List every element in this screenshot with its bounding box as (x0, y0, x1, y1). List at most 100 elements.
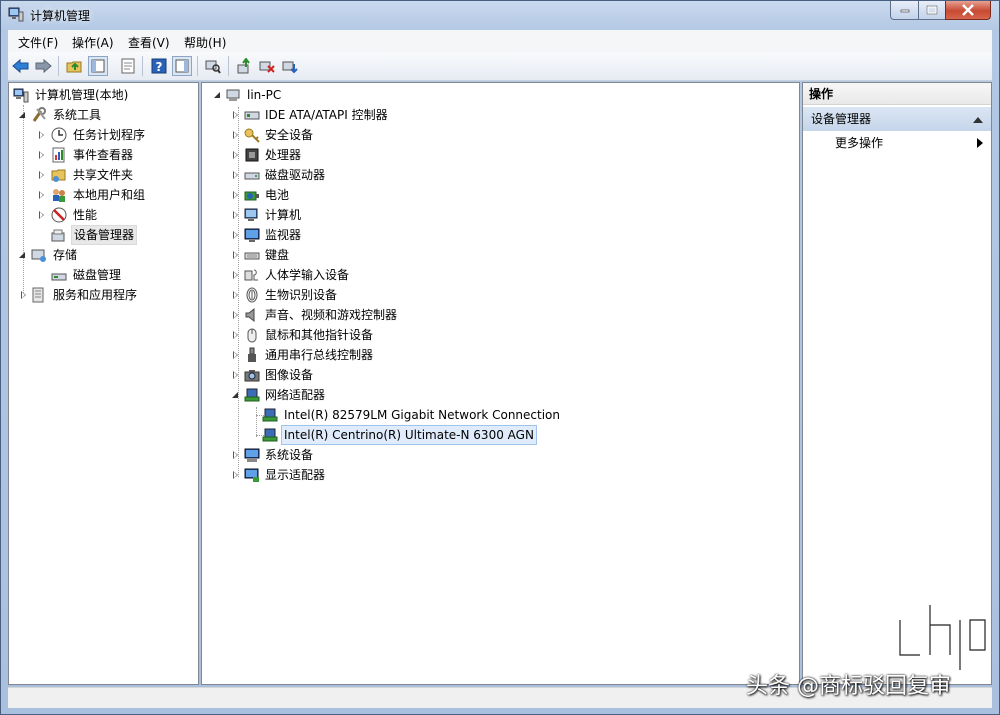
title-bar[interactable]: 计算机管理 (0, 0, 1000, 28)
more-actions-item[interactable]: 更多操作 (803, 133, 991, 153)
up-folder-button[interactable] (64, 56, 84, 76)
device-tree-root[interactable]: lin-PC (202, 85, 792, 105)
close-button[interactable] (945, 1, 991, 20)
collapse-arrow-icon[interactable] (232, 392, 238, 398)
expand-arrow-icon[interactable] (39, 151, 44, 159)
expand-arrow-icon[interactable] (214, 92, 220, 98)
device-category-label: 鼠标和其他指针设备 (265, 328, 374, 342)
show-hide-action-icon (175, 59, 189, 73)
device-category-camera[interactable]: 图像设备 (202, 365, 792, 385)
back-button[interactable] (11, 56, 31, 76)
uninstall-device-button[interactable] (280, 56, 300, 76)
network-adapter-icon (262, 428, 278, 442)
expand-arrow-icon[interactable] (39, 171, 44, 179)
tree-item-disk-management[interactable]: 磁盘管理 (11, 265, 196, 285)
device-category-computer[interactable]: 计算机 (202, 205, 792, 225)
watermark-text: 头条 @商标驳回复审 (746, 674, 951, 699)
expand-arrow-icon[interactable] (233, 211, 238, 219)
speaker-icon (245, 307, 255, 323)
device-category-network-adapter[interactable]: 网络适配器 (202, 385, 792, 405)
device-category-display-adapter[interactable]: 显示适配器 (202, 465, 792, 485)
more-actions-label: 更多操作 (835, 136, 884, 150)
device-category-system-device[interactable]: 系统设备 (202, 445, 792, 465)
device-category-monitor[interactable]: 监视器 (202, 225, 792, 245)
update-driver-icon (237, 58, 250, 74)
device-category-battery[interactable]: 电池 (202, 185, 792, 205)
show-hide-tree-icon (91, 59, 105, 73)
expand-arrow-icon[interactable] (233, 151, 238, 159)
tree-item-root[interactable]: 计算机管理(本地) (11, 85, 196, 105)
expand-arrow-icon[interactable] (233, 351, 238, 359)
expand-arrow-icon[interactable] (19, 112, 25, 118)
network-adapter-icon (262, 408, 278, 422)
device-category-mouse[interactable]: 鼠标和其他指针设备 (202, 325, 792, 345)
forward-button[interactable] (33, 56, 53, 76)
collapse-up-icon[interactable] (973, 116, 983, 123)
device-category-disk-drive[interactable]: 磁盘驱动器 (202, 165, 792, 185)
tree-item-event-viewer[interactable]: 事件查看器 (11, 145, 196, 165)
computer-management-icon (13, 88, 29, 103)
device-category-processor[interactable]: 处理器 (202, 145, 792, 165)
expand-arrow-icon[interactable] (233, 311, 238, 319)
tree-item-system-tools[interactable]: 系统工具 (11, 105, 196, 125)
menu-help[interactable]: 帮助(H) (184, 34, 226, 51)
device-category-hid[interactable]: 人体学输入设备 (202, 265, 792, 285)
minimize-button[interactable] (890, 1, 919, 20)
menu-action[interactable]: 操作(A) (72, 34, 114, 51)
actions-section-device-manager[interactable]: 设备管理器 (803, 107, 991, 131)
ide-controller-icon (244, 111, 260, 120)
expand-arrow-icon[interactable] (39, 131, 44, 139)
device-category-security-key[interactable]: 安全设备 (202, 125, 792, 145)
expand-arrow-icon[interactable] (19, 252, 25, 258)
expand-arrow-icon[interactable] (233, 471, 238, 479)
tree-item-storage[interactable]: 存储 (11, 245, 196, 265)
expand-arrow-icon[interactable] (233, 171, 238, 179)
expand-arrow-icon[interactable] (233, 131, 238, 139)
device-category-usb[interactable]: 通用串行总线控制器 (202, 345, 792, 365)
expand-arrow-icon[interactable] (233, 251, 238, 259)
tree-item-shared-folders[interactable]: 共享文件夹 (11, 165, 196, 185)
console-tree-pane[interactable]: 计算机管理(本地) 系统工具 任务计划程序 事件查看器 共享文件夹 本地用户和组… (8, 82, 199, 685)
expand-arrow-icon[interactable] (233, 191, 238, 199)
keyboard-icon (244, 252, 260, 260)
scan-hardware-button[interactable] (203, 56, 223, 76)
expand-arrow-icon[interactable] (233, 231, 238, 239)
tree-item-device-manager[interactable]: 设备管理器 (11, 225, 196, 245)
disable-device-button[interactable] (257, 56, 277, 76)
computer-icon (244, 208, 258, 221)
up-folder-icon (66, 61, 82, 73)
device-category-keyboard[interactable]: 键盘 (202, 245, 792, 265)
network-device-row-selected[interactable]: Intel(R) Centrino(R) Ultimate-N 6300 AGN (202, 425, 792, 445)
expand-arrow-icon[interactable] (233, 111, 238, 119)
expand-arrow-icon[interactable] (39, 191, 44, 199)
show-hide-tree-button[interactable] (88, 56, 108, 76)
tree-label: 存储 (53, 248, 78, 262)
menu-view[interactable]: 查看(V) (128, 34, 170, 51)
expand-arrow-icon[interactable] (233, 331, 238, 339)
device-category-fingerprint[interactable]: 生物识别设备 (202, 285, 792, 305)
network-device-row[interactable]: Intel(R) 82579LM Gigabit Network Connect… (202, 405, 792, 425)
toolbar: ? (8, 52, 992, 81)
menu-file[interactable]: 文件(F) (18, 34, 58, 51)
expand-arrow-icon[interactable] (21, 291, 26, 299)
device-category-ide-controller[interactable]: IDE ATA/ATAPI 控制器 (202, 105, 792, 125)
update-driver-button[interactable] (234, 56, 254, 76)
maximize-button[interactable] (918, 1, 946, 20)
show-hide-action-button[interactable] (172, 56, 192, 76)
event-viewer-icon (52, 147, 65, 163)
tree-label: 计算机管理(本地) (35, 88, 129, 102)
tree-item-services-apps[interactable]: 服务和应用程序 (11, 285, 196, 305)
expand-arrow-icon[interactable] (233, 271, 238, 279)
device-category-label: 计算机 (265, 208, 302, 222)
device-category-speaker[interactable]: 声音、视频和游戏控制器 (202, 305, 792, 325)
tree-item-task-scheduler[interactable]: 任务计划程序 (11, 125, 196, 145)
expand-arrow-icon[interactable] (233, 291, 238, 299)
expand-arrow-icon[interactable] (39, 211, 44, 219)
expand-arrow-icon[interactable] (233, 371, 238, 379)
expand-arrow-icon[interactable] (233, 451, 238, 459)
properties-button[interactable] (118, 56, 138, 76)
tree-item-performance[interactable]: 性能 (11, 205, 196, 225)
help-button[interactable]: ? (149, 56, 169, 76)
tree-item-local-users[interactable]: 本地用户和组 (11, 185, 196, 205)
device-tree-pane[interactable]: lin-PC IDE ATA/ATAPI 控制器 安全设备 处理器 磁盘驱动器 电池计算… (201, 82, 800, 685)
